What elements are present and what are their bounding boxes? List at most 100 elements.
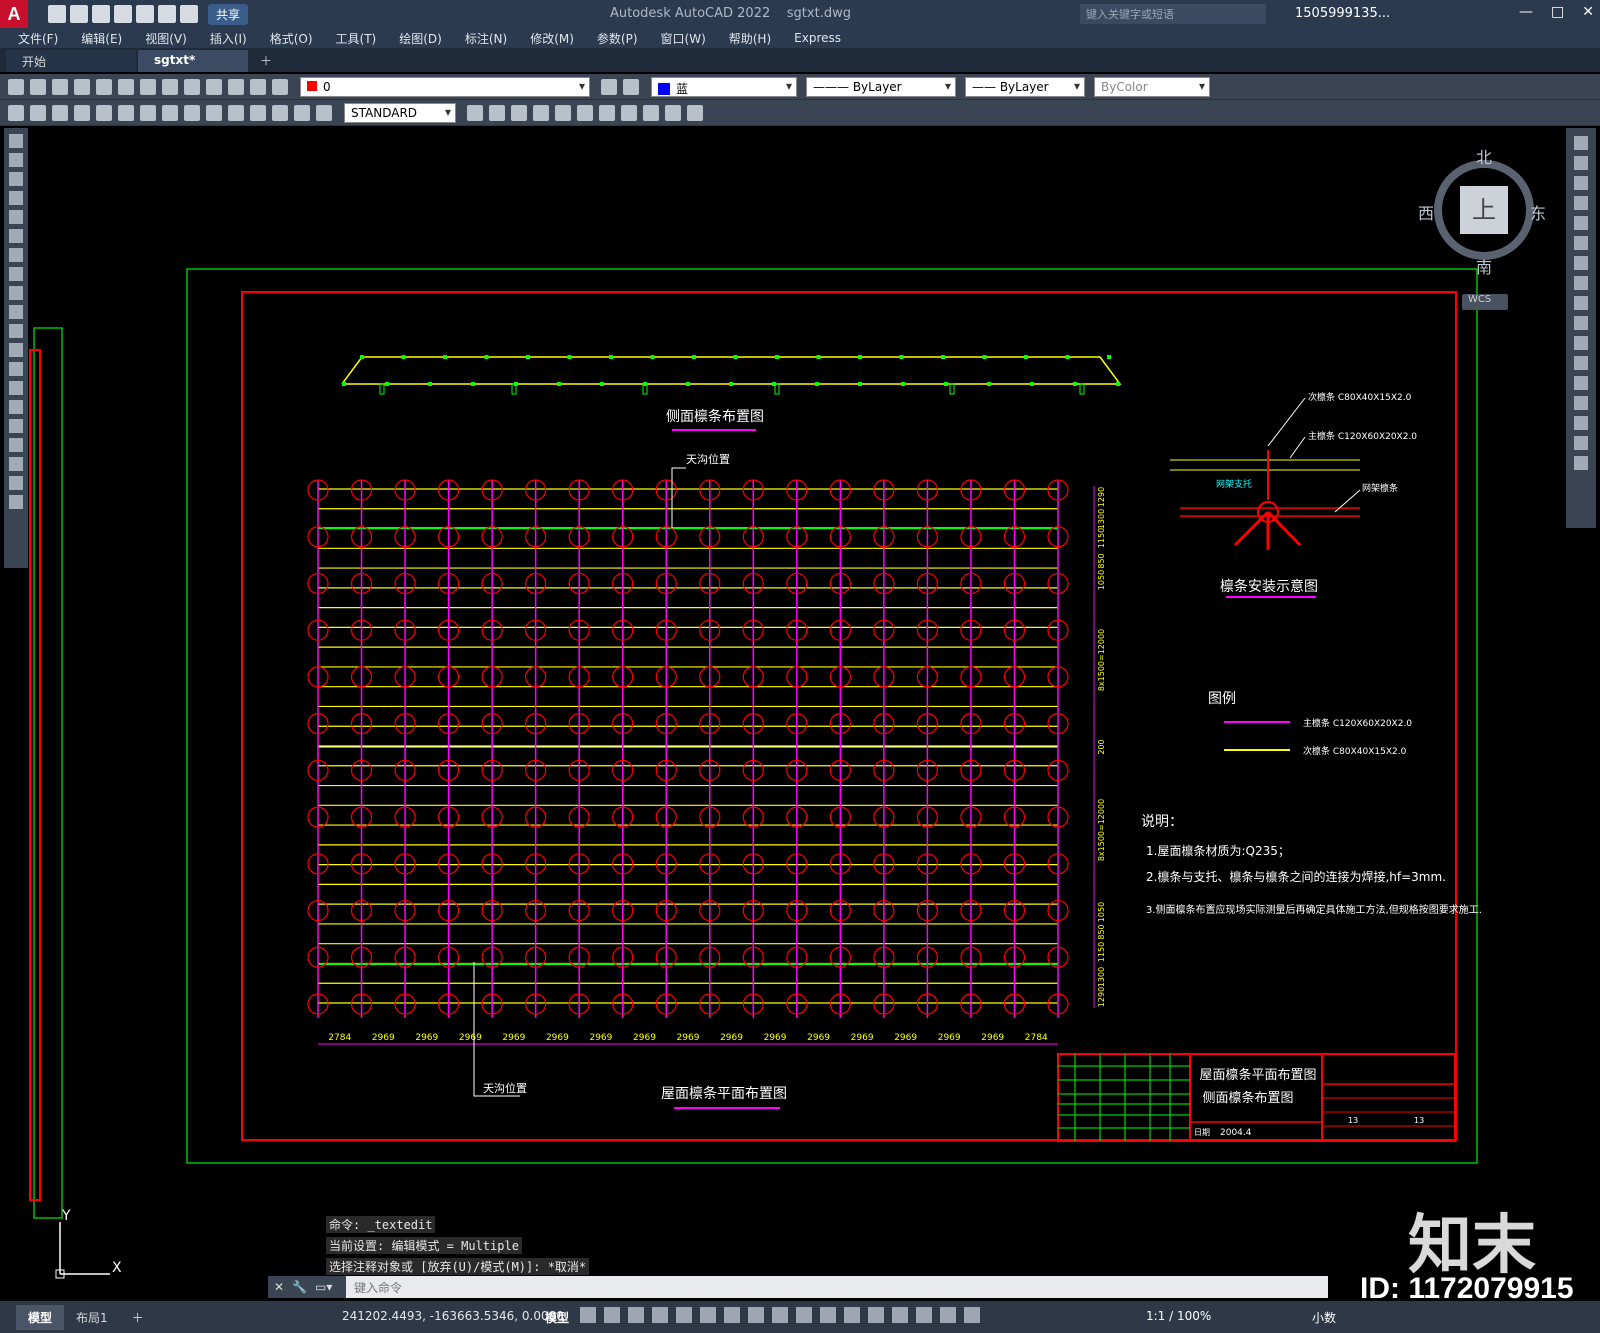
side-connection-dot — [982, 355, 987, 359]
lineweight-icon[interactable] — [748, 1307, 764, 1323]
roof-purlin-plan: 12901300115085010508x1500=120002008x1500… — [307, 479, 1106, 1045]
ucs-x-label: X — [112, 1260, 122, 1276]
viewcube-south[interactable]: 南 — [1476, 254, 1492, 278]
bottom-dimension-label: 2969 — [981, 1033, 1004, 1043]
object-snap-icon[interactable] — [724, 1307, 740, 1323]
notes-title: 说明： — [1141, 814, 1183, 830]
ucs-icon — [55, 1222, 110, 1279]
side-post — [949, 383, 955, 395]
drafting-settings — [580, 1307, 980, 1323]
side-connection-dot — [858, 382, 862, 386]
legend-title: 图例 — [1208, 691, 1236, 707]
object-snap-tracking-icon[interactable] — [700, 1307, 716, 1323]
recent-commands-icon[interactable]: ▭▾ — [315, 1280, 332, 1294]
bottom-dimension-label: 2969 — [633, 1033, 656, 1043]
side-connection-dot — [987, 382, 991, 386]
3d-osnap-icon[interactable] — [820, 1307, 836, 1323]
units-label[interactable]: 小数 — [1312, 1309, 1336, 1326]
bottom-dimension-label: 2969 — [894, 1033, 917, 1043]
skylight-label-bottom: 天沟位置 — [483, 1081, 527, 1095]
side-connection-dot — [775, 355, 779, 359]
snap-icon[interactable] — [604, 1307, 620, 1323]
viewcube-top-face[interactable]: 上 — [1460, 186, 1508, 234]
bottom-dimension-label: 2969 — [938, 1033, 961, 1043]
side-connection-dot — [899, 355, 904, 359]
customize-icon[interactable]: 🔧 — [292, 1280, 307, 1294]
right-dimension-label: 8x1500=12000 — [1097, 799, 1106, 861]
side-connection-dot — [428, 382, 432, 386]
annotation-visibility-icon[interactable] — [916, 1307, 932, 1323]
side-connection-dot — [1107, 355, 1111, 359]
autoscale-icon[interactable] — [940, 1307, 956, 1323]
inner-drawing-frame — [241, 291, 1457, 1141]
side-connection-dot — [733, 355, 738, 359]
bottom-dimension-label: 2969 — [677, 1033, 700, 1043]
layout-tab-layout1[interactable]: 布局1 — [64, 1305, 120, 1330]
watermark-id: ID: 1172079915 — [1360, 1272, 1574, 1305]
transparency-icon[interactable] — [772, 1307, 788, 1323]
ortho-icon[interactable] — [628, 1307, 644, 1323]
side-connection-dot — [609, 355, 613, 359]
side-connection-dot — [443, 355, 447, 359]
drawing-canvas[interactable]: 侧面檩条布置图 1290 1300 1150 850 1050 8x1500=12000 2… — [0, 0, 1600, 1333]
side-connection-dot — [484, 355, 489, 359]
selection-cycling-icon[interactable] — [796, 1307, 812, 1323]
wcs-menu[interactable]: WCS — [1462, 294, 1508, 310]
side-post — [379, 383, 385, 395]
install-title: 檩条安装示意图 — [1220, 578, 1318, 595]
command-line[interactable]: ✕ 🔧 ▭▾ 键入命令 — [268, 1276, 1328, 1298]
command-history-line: 当前设置: 编辑模式 = Multiple — [326, 1237, 522, 1254]
layout-tab-model[interactable]: 模型 — [16, 1304, 65, 1330]
isodraft-icon[interactable] — [676, 1307, 692, 1323]
bottom-dimension-label: 2969 — [851, 1033, 874, 1043]
viewcube-north[interactable]: 北 — [1476, 144, 1492, 168]
side-connection-dot — [1030, 382, 1034, 386]
side-connection-dot — [557, 382, 561, 386]
skylight-leader-bottom — [473, 962, 520, 1097]
side-connection-dot — [650, 355, 655, 359]
install-label-grid-purlin: 网架檩条 — [1362, 482, 1398, 494]
bottom-dimension-label: 2969 — [720, 1033, 743, 1043]
outer-drawing-frame — [186, 268, 1478, 1164]
model-space-toggle[interactable]: 模型 — [545, 1309, 569, 1326]
close-icon[interactable]: ✕ — [274, 1280, 284, 1294]
selection-filter-icon[interactable] — [868, 1307, 884, 1323]
side-connection-dot — [729, 382, 733, 386]
legend-main-label: 主檩条 C120X60X20X2.0 — [1303, 717, 1412, 729]
right-dimension-label: 850 — [1097, 553, 1106, 568]
side-connection-dot — [401, 355, 406, 359]
viewcube-west[interactable]: 西 — [1418, 200, 1434, 224]
right-dimension-label: 1300 — [1097, 509, 1106, 529]
side-connection-dot — [471, 382, 475, 386]
legend-secondary-label: 次檩条 C80X40X15X2.0 — [1303, 745, 1407, 757]
right-dimension-label: 1150 — [1097, 942, 1106, 962]
command-history-line: 命令: _textedit — [326, 1216, 436, 1233]
polar-icon[interactable] — [652, 1307, 668, 1323]
install-label-secondary: 次檩条 C80X40X15X2.0 — [1308, 391, 1412, 403]
note-3: 3.侧面檩条布置应现场实际测量后再确定具体施工方法,但规格按图要求施工. — [1146, 903, 1482, 916]
skylight-label-top: 天沟位置 — [686, 452, 730, 466]
side-connection-dot — [944, 382, 948, 386]
right-dimension-label: 1050 — [1097, 570, 1106, 590]
command-input[interactable]: 键入命令 — [346, 1279, 402, 1296]
dynamic-ucs-icon[interactable] — [844, 1307, 860, 1323]
annotation-scale-label[interactable]: 1:1 / 100% — [1146, 1309, 1211, 1323]
command-history: 命令: _textedit 当前设置: 编辑模式 = Multiple 选择注释… — [326, 1216, 590, 1279]
side-connection-dot — [1073, 382, 1077, 386]
coordinate-readout: 241202.4493, -163663.5346, 0.0000 — [342, 1309, 564, 1323]
plan-title: 屋面檩条平面布置图 — [661, 1085, 787, 1102]
bottom-dimension-label: 2784 — [1025, 1033, 1048, 1043]
add-layout-icon[interactable]: ＋ — [120, 1305, 156, 1330]
gizmo-icon[interactable] — [892, 1307, 908, 1323]
right-dimension-label: 1290 — [1097, 987, 1106, 1007]
viewcube[interactable]: 上 北 南 东 西 — [1418, 148, 1546, 277]
grid-icon[interactable] — [580, 1307, 596, 1323]
right-dimension-label: 8x1500=12000 — [1097, 629, 1106, 691]
titleblock-date: 2004.4 — [1220, 1128, 1252, 1138]
side-connection-dot — [901, 382, 905, 386]
annotation-scale-icon[interactable] — [964, 1307, 980, 1323]
command-line-icons: ✕ 🔧 ▭▾ — [268, 1276, 346, 1298]
viewcube-east[interactable]: 东 — [1530, 200, 1546, 224]
titleblock-line2: 侧面檩条布置图 — [1202, 1090, 1293, 1106]
install-label-main: 主檩条 C120X60X20X2.0 — [1308, 430, 1417, 442]
